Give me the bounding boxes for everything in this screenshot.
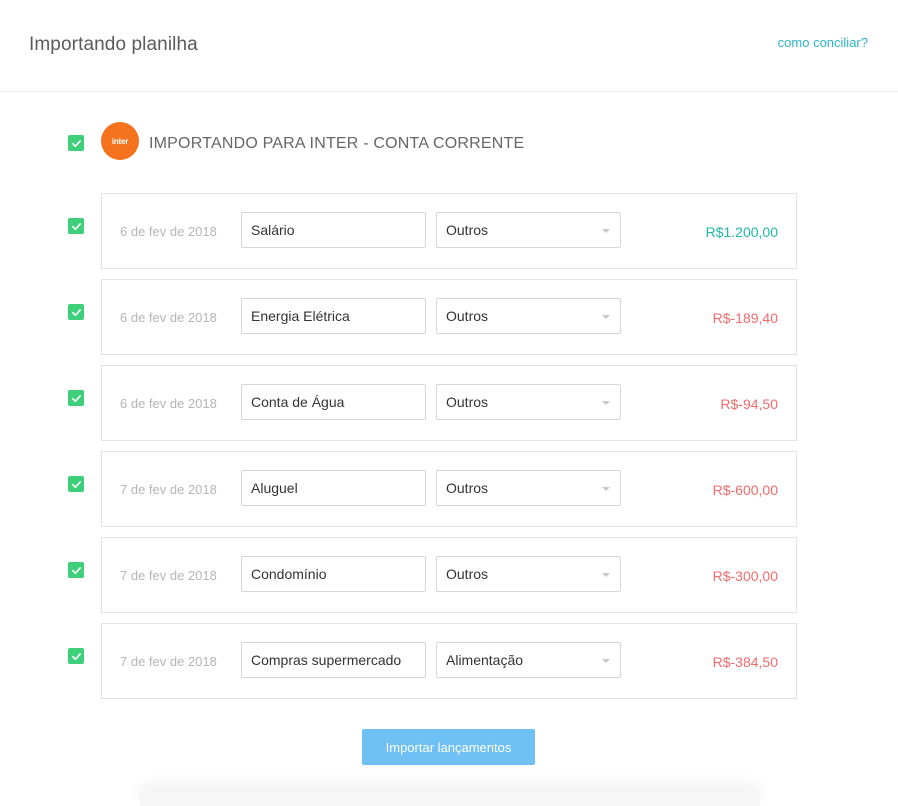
transaction-checkbox[interactable]: [68, 476, 84, 492]
description-input[interactable]: [241, 212, 426, 248]
account-label: IMPORTANDO PARA INTER - CONTA CORRENTE: [149, 135, 525, 152]
category-value: Outros: [446, 480, 489, 496]
category-select[interactable]: Outros: [436, 212, 621, 248]
transaction-row: 6 de fev de 2018 Outros R$1.200,00: [101, 193, 797, 269]
transaction-checkbox[interactable]: [68, 562, 84, 578]
chevron-down-icon: [602, 315, 610, 319]
category-select[interactable]: Alimentação: [436, 642, 621, 678]
transaction-row: 7 de fev de 2018 Alimentação R$-384,50: [101, 623, 797, 699]
chevron-down-icon: [602, 659, 610, 663]
page-header: Importando planilha como conciliar?: [0, 0, 898, 92]
description-input[interactable]: [241, 642, 426, 678]
account-row: inter IMPORTANDO PARA INTER - CONTA CORR…: [0, 122, 898, 162]
transaction-date: 6 de fev de 2018: [120, 396, 217, 411]
check-icon: [71, 480, 81, 488]
chevron-down-icon: [602, 229, 610, 233]
category-value: Outros: [446, 566, 489, 582]
bank-logo: inter: [101, 122, 139, 160]
bottom-panel-edge: [140, 790, 760, 806]
category-select[interactable]: Outros: [436, 556, 621, 592]
category-value: Outros: [446, 222, 489, 238]
transaction-date: 7 de fev de 2018: [120, 568, 217, 583]
transaction-date: 7 de fev de 2018: [120, 482, 217, 497]
transaction-checkbox[interactable]: [68, 390, 84, 406]
transaction-amount: R$-300,00: [712, 568, 778, 584]
import-button[interactable]: Importar lançamentos: [362, 729, 535, 765]
transaction-date: 6 de fev de 2018: [120, 224, 217, 239]
category-select[interactable]: Outros: [436, 384, 621, 420]
check-icon: [71, 652, 81, 660]
description-input[interactable]: [241, 384, 426, 420]
check-icon: [71, 394, 81, 402]
transaction-date: 7 de fev de 2018: [120, 654, 217, 669]
description-input[interactable]: [241, 470, 426, 506]
category-value: Outros: [446, 394, 489, 410]
description-input[interactable]: [241, 556, 426, 592]
transaction-amount: R$-189,40: [712, 310, 778, 326]
check-icon: [71, 222, 81, 230]
transaction-row: 6 de fev de 2018 Outros R$-189,40: [101, 279, 797, 355]
chevron-down-icon: [602, 573, 610, 577]
category-value: Alimentação: [446, 652, 524, 668]
check-icon: [71, 308, 81, 316]
chevron-down-icon: [602, 487, 610, 491]
description-input[interactable]: [241, 298, 426, 334]
transaction-amount: R$-94,50: [720, 396, 778, 412]
help-link[interactable]: como conciliar?: [778, 35, 868, 50]
transaction-checkbox[interactable]: [68, 218, 84, 234]
category-value: Outros: [446, 308, 489, 324]
transaction-row: 7 de fev de 2018 Outros R$-300,00: [101, 537, 797, 613]
transaction-amount: R$-384,50: [712, 654, 778, 670]
transaction-checkbox[interactable]: [68, 648, 84, 664]
transaction-row: 6 de fev de 2018 Outros R$-94,50: [101, 365, 797, 441]
transaction-checkbox[interactable]: [68, 304, 84, 320]
chevron-down-icon: [602, 401, 610, 405]
check-icon: [71, 566, 81, 574]
category-select[interactable]: Outros: [436, 298, 621, 334]
transaction-row: 7 de fev de 2018 Outros R$-600,00: [101, 451, 797, 527]
transaction-amount: R$1.200,00: [705, 224, 778, 240]
check-icon: [71, 139, 81, 147]
account-checkbox[interactable]: [68, 135, 84, 151]
category-select[interactable]: Outros: [436, 470, 621, 506]
page-title: Importando planilha: [29, 34, 198, 55]
transaction-amount: R$-600,00: [712, 482, 778, 498]
transaction-date: 6 de fev de 2018: [120, 310, 217, 325]
